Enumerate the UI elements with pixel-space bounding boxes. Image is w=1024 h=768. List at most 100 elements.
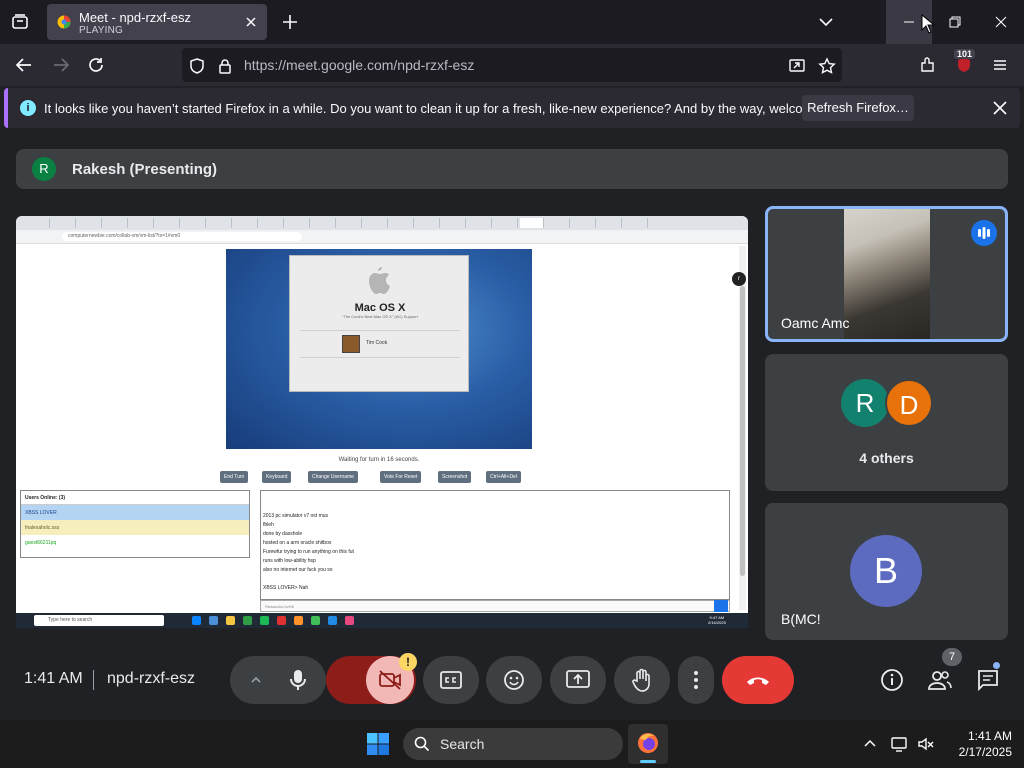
apple-logo-icon <box>369 267 390 294</box>
taskbar-search-label: Search <box>440 736 485 752</box>
change-username-button: Change Username <box>308 471 358 483</box>
shared-browser-tabs <box>16 216 748 230</box>
avatar: B <box>850 535 922 607</box>
participant-tile-others[interactable]: R D 4 others <box>765 354 1008 491</box>
end-turn-button: End Turn <box>220 471 249 483</box>
chat-line: XBSS LOVER> Nah <box>263 585 309 591</box>
network-icon[interactable] <box>890 734 910 754</box>
screen-share-indicator-icon[interactable] <box>788 57 806 75</box>
vote-reset-button: Vote For Reset <box>380 471 422 483</box>
tray-chevron-icon[interactable] <box>860 734 880 754</box>
back-arrow-icon[interactable] <box>12 53 36 77</box>
window-close-button[interactable] <box>978 0 1024 44</box>
shared-screen[interactable]: computernewbie.com/collab-vm/vm-list/?ts… <box>16 216 748 628</box>
reactions-button[interactable] <box>486 656 542 704</box>
camera-warning-icon: ! <box>399 653 417 671</box>
list-all-tabs-chevron-icon[interactable] <box>816 12 836 32</box>
windows-taskbar: Search 1:41 AM 2/17/2025 <box>0 720 1024 768</box>
refresh-firefox-button[interactable]: Refresh Firefox… <box>802 95 914 121</box>
users-online-header: Users Online: (3) <box>21 491 249 505</box>
tab-title: Meet - npd-rzxf-esz <box>79 10 191 25</box>
shared-scrollbar <box>739 246 746 610</box>
shared-url: computernewbie.com/collab-vm/vm-list/?ts… <box>68 233 181 239</box>
microphone-icon[interactable] <box>276 669 320 691</box>
chat-input-text: Rbwsucks,for!NI <box>265 604 295 609</box>
leave-call-button[interactable] <box>722 656 794 704</box>
reload-icon[interactable] <box>84 53 108 77</box>
captions-button[interactable] <box>423 656 479 704</box>
people-icon[interactable] <box>926 666 954 694</box>
close-notification-icon[interactable] <box>992 100 1008 116</box>
emoji-icon <box>504 670 524 690</box>
lock-icon[interactable] <box>216 57 234 75</box>
user-picture <box>342 335 360 353</box>
vm-chat-log: 2013 pc simulator v7 ost mus fbleh done … <box>260 490 730 600</box>
chat-line: runs with low-ability hsp <box>263 558 316 564</box>
floating-avatar-icon: r <box>732 272 746 286</box>
users-online-panel: Users Online: (3) XBSS LOVER fnalexaholc… <box>20 490 250 558</box>
browser-tab-meet[interactable]: Meet - npd-rzxf-esz PLAYING <box>47 4 267 40</box>
ctrl-alt-del-button: Ctrl+Alt+Del <box>486 471 521 483</box>
volume-muted-icon[interactable] <box>916 734 936 754</box>
closed-captions-icon <box>440 671 462 689</box>
taskbar-clock[interactable]: 1:41 AM 2/17/2025 <box>940 728 1012 760</box>
keyboard-button: Keyboard <box>262 471 292 483</box>
window-restore-button[interactable] <box>932 0 978 44</box>
chat-line: fbleh <box>263 522 274 528</box>
bookmark-star-icon[interactable] <box>818 57 836 75</box>
meeting-details-info-icon[interactable] <box>878 666 906 694</box>
google-meet-favicon-icon <box>57 15 71 29</box>
windows-start-icon[interactable] <box>366 732 390 756</box>
tab-playing-label: PLAYING <box>79 25 124 36</box>
chat-line: 2013 pc simulator v7 ost mus <box>263 513 329 519</box>
taskbar-search-box[interactable]: Search <box>403 728 623 760</box>
raise-hand-button[interactable] <box>614 656 670 704</box>
browser-tab-bar: Meet - npd-rzxf-esz PLAYING <box>0 0 1024 44</box>
people-count-badge: 7 <box>942 648 962 666</box>
chat-line: hosted on a arm oracle shitbox <box>263 540 332 546</box>
browser-toolbar: https://meet.google.com/npd-rzxf-esz 101 <box>0 44 1024 86</box>
shared-windows-taskbar: Type here to search 9:47 AM 2/16/2025 <box>16 613 748 628</box>
firefox-view-icon[interactable] <box>8 10 32 34</box>
participant-tile-bmc[interactable]: B B(MC! <box>765 503 1008 640</box>
more-options-button[interactable] <box>678 656 714 704</box>
camera-off-icon <box>379 670 401 690</box>
search-icon <box>414 736 430 752</box>
avatar: R <box>841 379 889 427</box>
vm-chat-input: Rbwsucks,for!NI <box>260 600 730 612</box>
new-tab-plus-icon[interactable] <box>280 12 300 32</box>
vm-display: Mac OS X "Tim Cook's Best Mac OS X" (AC)… <box>226 249 532 449</box>
speaking-indicator-icon <box>971 220 997 246</box>
login-username: Tim Cook <box>366 340 388 346</box>
send-icon <box>714 600 728 612</box>
screenshot-button: Screenshot <box>438 471 472 483</box>
chat-line: done by dasshole <box>263 531 303 537</box>
shared-taskbar-search: Type here to search <box>48 617 93 623</box>
participant-tile-oamc[interactable]: Oamc Amc <box>765 206 1008 342</box>
extensions-puzzle-icon[interactable] <box>916 53 940 77</box>
audio-controls <box>230 656 326 704</box>
participant-name: B(MC! <box>781 611 821 627</box>
notification-message: It looks like you haven’t started Firefo… <box>44 101 856 116</box>
turn-wait-text: Waiting for turn in 16 seconds. <box>338 457 420 463</box>
forward-arrow-icon[interactable] <box>49 53 73 77</box>
info-icon: i <box>20 100 36 116</box>
extension-badge: 101 <box>954 49 976 59</box>
present-screen-button[interactable] <box>550 656 606 704</box>
tab-close-icon[interactable] <box>243 14 259 30</box>
meeting-code: npd-rzxf-esz <box>107 670 196 687</box>
user-row: fnalexaholc.sss <box>21 520 249 535</box>
chat-line: Furewfur trying to run anything on this … <box>263 549 354 555</box>
address-bar[interactable]: https://meet.google.com/npd-rzxf-esz <box>182 48 842 82</box>
user-row: guest66211pq <box>21 535 249 550</box>
audio-options-chevron-icon[interactable] <box>236 673 276 687</box>
chat-icon[interactable] <box>974 666 1002 694</box>
os-name-label: Mac OS X <box>354 302 406 314</box>
more-vert-icon <box>694 671 698 689</box>
tracking-protection-shield-icon[interactable] <box>188 57 206 75</box>
present-icon <box>566 670 590 688</box>
presenter-bar: R Rakesh (Presenting) <box>16 149 1008 189</box>
chat-line: also no internet our fuck you so <box>263 567 333 573</box>
firefox-taskbar-icon[interactable] <box>628 724 668 764</box>
hamburger-menu-icon[interactable] <box>988 53 1012 77</box>
